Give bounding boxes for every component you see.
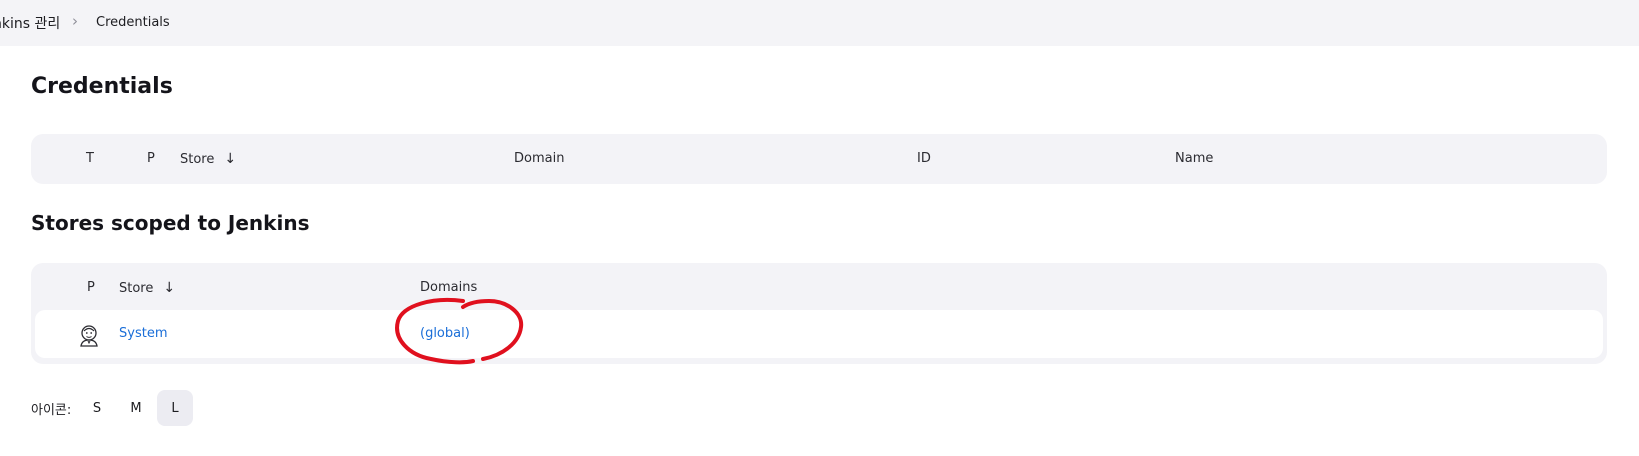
stores-heading: Stores scoped to Jenkins [31,211,310,235]
stores-table: P Store ↓ Domains System (global) [31,263,1607,364]
chevron-right-icon: › [72,12,78,30]
page-title: Credentials [31,74,173,99]
icon-size-s-button[interactable]: S [79,390,115,426]
sort-arrow-down-icon: ↓ [224,151,237,167]
column-header-id[interactable]: ID [917,151,931,166]
column-header-domain[interactable]: Domain [514,151,564,166]
breadcrumb-home[interactable]: nkins 관리 [0,13,60,33]
column-header-store[interactable]: Store ↓ [119,280,175,296]
icon-size-l-button[interactable]: L [157,390,193,426]
column-header-t[interactable]: T [86,151,94,166]
column-header-store-label: Store [119,281,154,296]
column-header-p[interactable]: P [87,280,95,295]
breadcrumb-bar: nkins 관리 › Credentials [0,0,1639,46]
sort-arrow-down-icon: ↓ [163,280,176,296]
domain-link-global[interactable]: (global) [420,326,470,341]
breadcrumb-current[interactable]: Credentials [96,15,170,30]
column-header-store[interactable]: Store ↓ [180,151,236,167]
column-header-p[interactable]: P [147,151,155,166]
icon-size-m-button[interactable]: M [118,390,154,426]
jenkins-icon [80,325,98,347]
icon-size-label: 아이콘: [31,403,72,418]
credentials-table: T P Store ↓ Domain ID Name [31,134,1607,184]
column-header-domains[interactable]: Domains [420,280,477,295]
column-header-store-label: Store [180,152,215,167]
store-link-system[interactable]: System [119,326,167,341]
column-header-name[interactable]: Name [1175,151,1213,166]
table-row: System (global) [35,310,1603,358]
